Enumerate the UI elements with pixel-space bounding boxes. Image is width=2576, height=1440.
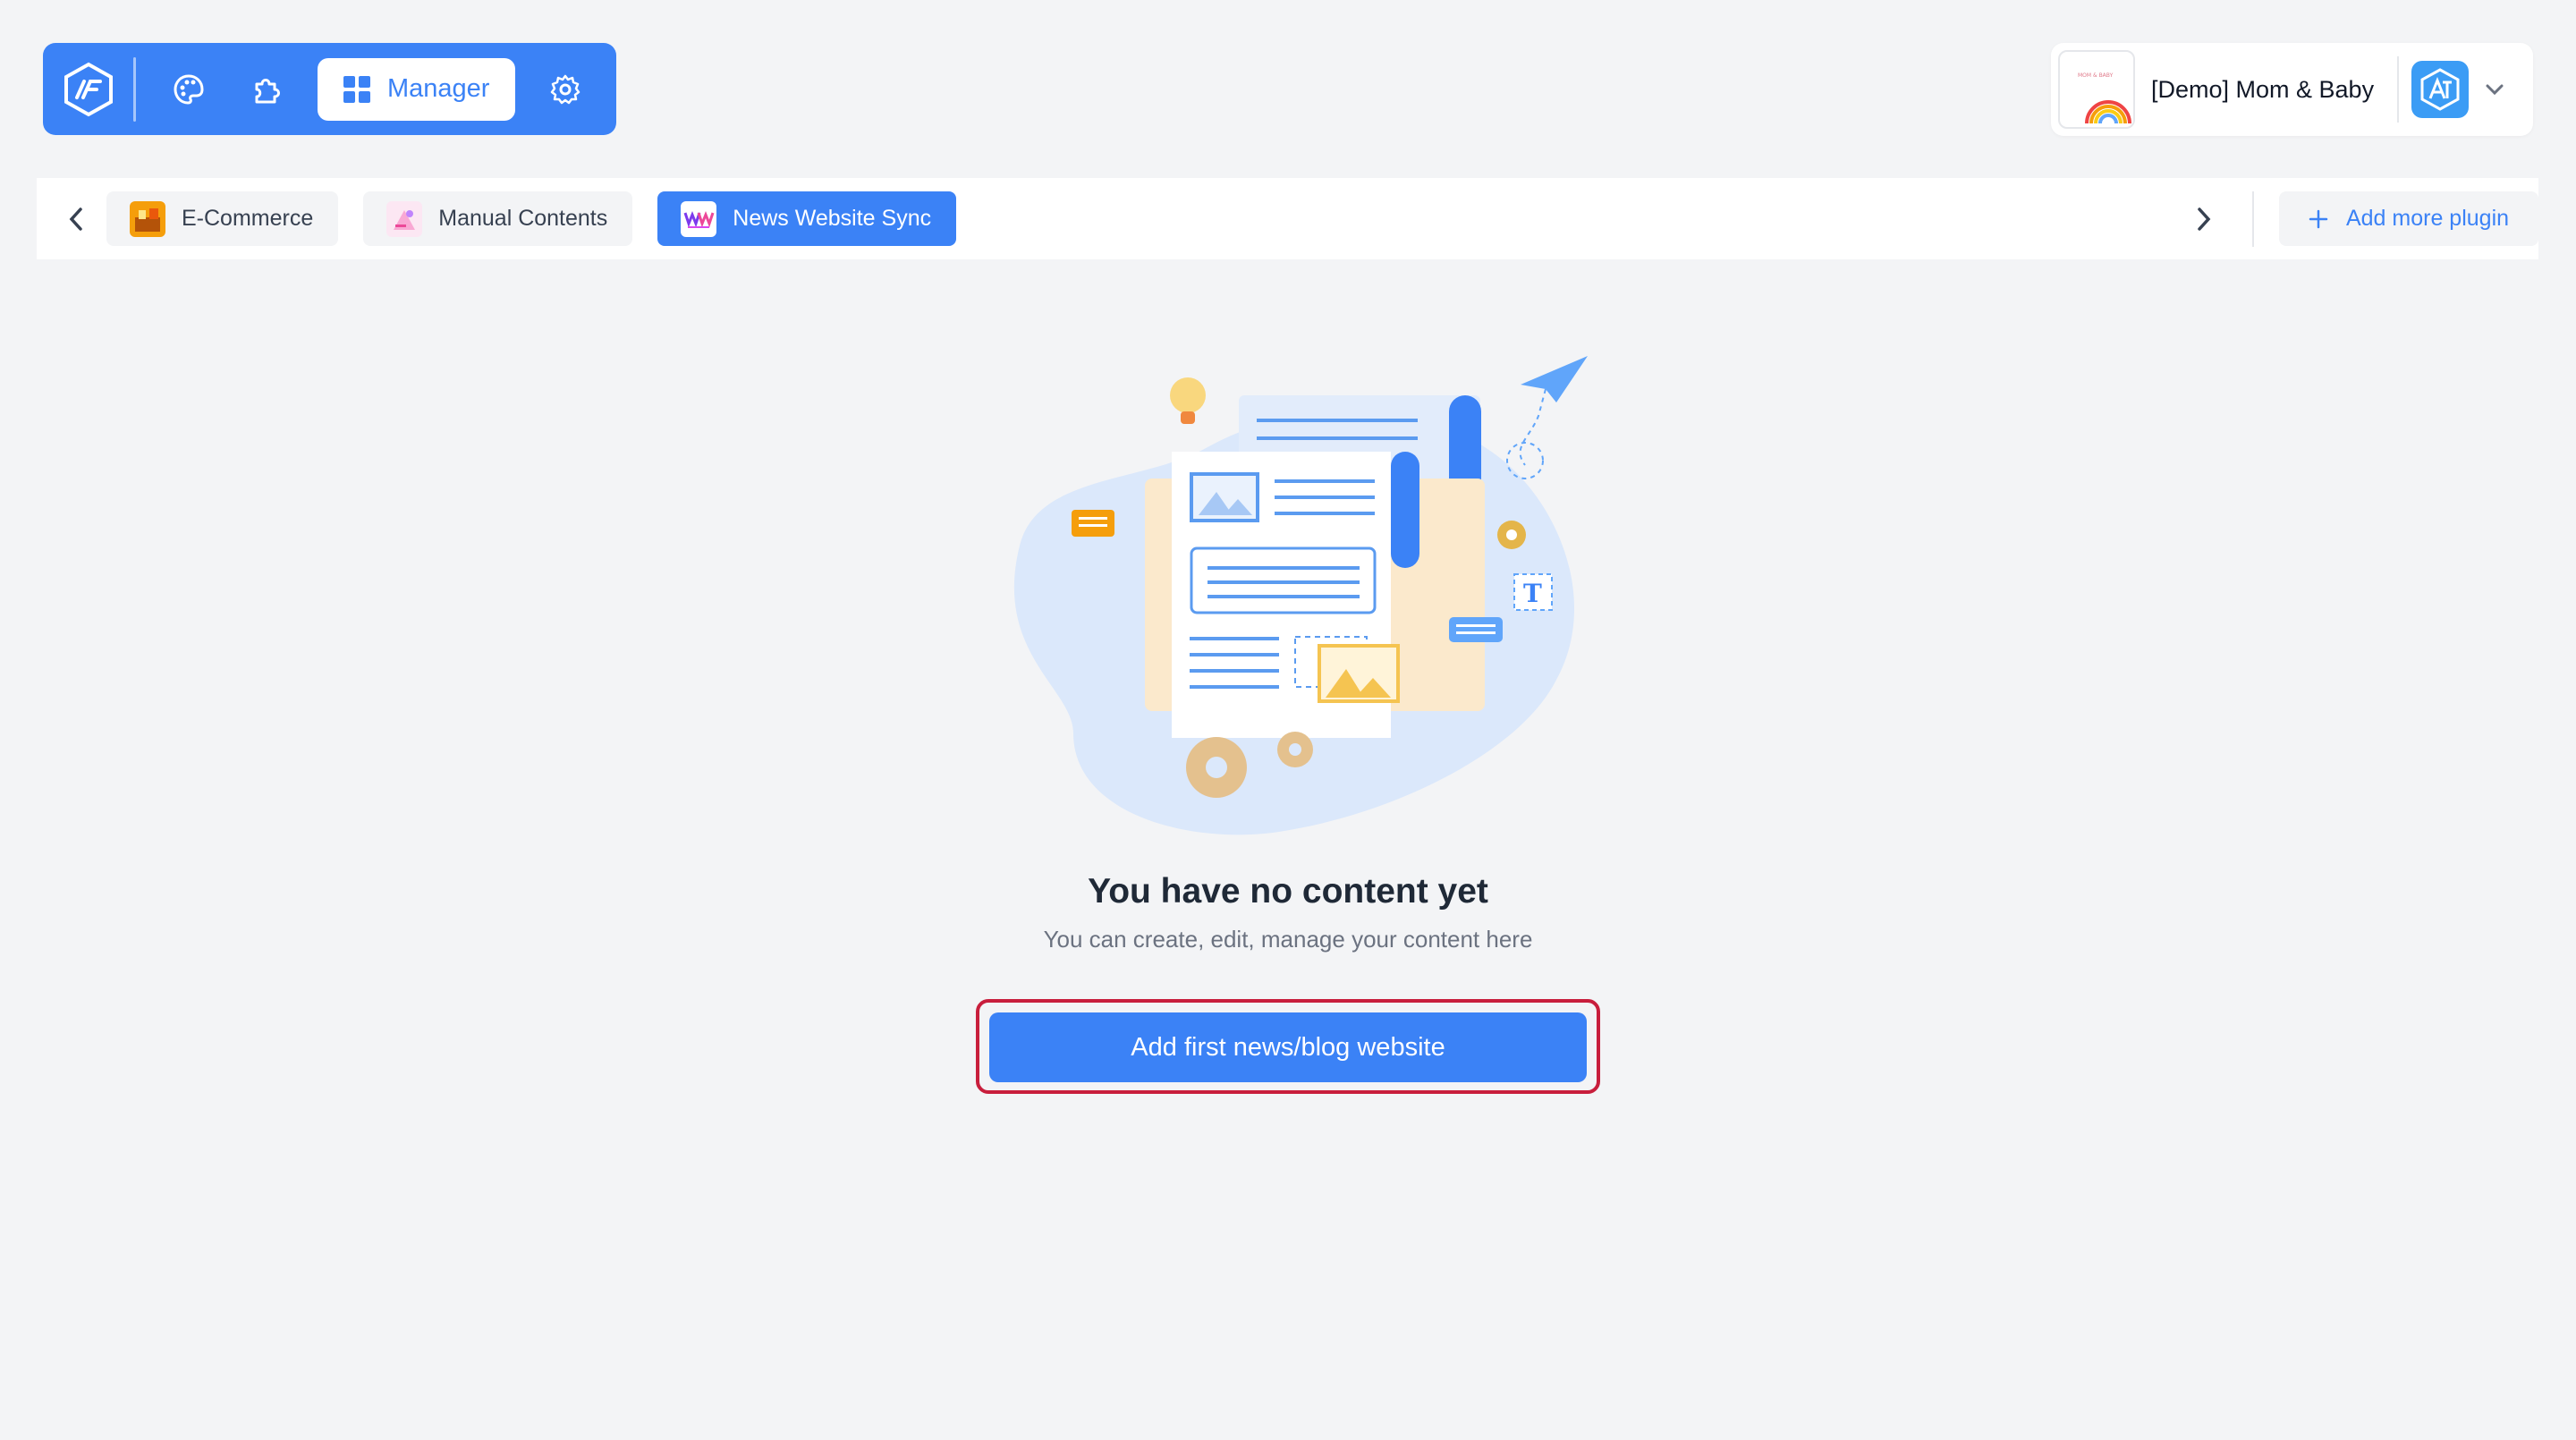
chevron-left-icon[interactable] [49, 192, 103, 246]
tab-news-website-sync[interactable]: News Website Sync [657, 191, 957, 246]
manager-label: Manager [386, 74, 490, 103]
ecommerce-plugin-icon [130, 200, 165, 237]
tab-label: Manual Contents [438, 206, 608, 231]
tab-manual-contents[interactable]: Manual Contents [363, 191, 633, 246]
empty-state-subtitle: You can create, edit, manage your conten… [1043, 926, 1533, 953]
manager-tab-button[interactable]: Manager [317, 57, 515, 121]
add-first-website-button[interactable]: Add first news/blog website [989, 1012, 1587, 1082]
account-divider [2397, 56, 2399, 123]
tab-label: E-Commerce [182, 206, 314, 231]
add-more-plugin-button[interactable]: Add more plugin [2279, 191, 2538, 246]
add-more-plugin-label: Add more plugin [2345, 206, 2510, 231]
top-toolbar: Manager [43, 43, 616, 135]
tabs-divider [2252, 191, 2254, 247]
news-sync-plugin-icon [681, 200, 717, 237]
plugin-tabs-bar: E-Commerce Manual Contents News Website … [37, 178, 2538, 259]
app-logo-icon[interactable] [61, 62, 115, 117]
settings-gear-icon[interactable] [538, 62, 593, 117]
svg-text:T: T [1523, 579, 1542, 608]
empty-content-illustration: T [984, 349, 1601, 841]
account-switcher[interactable]: MOM & BABY [Demo] Mom & Baby [2051, 43, 2533, 136]
tab-e-commerce[interactable]: E-Commerce [106, 191, 339, 246]
puzzle-icon[interactable] [239, 62, 293, 117]
app-badge-icon [2411, 61, 2469, 118]
chevron-down-icon[interactable] [2485, 83, 2504, 96]
chevron-right-icon[interactable] [2177, 192, 2231, 246]
store-thumbnail: MOM & BABY [2058, 50, 2135, 129]
toolbar-divider [133, 56, 137, 122]
palette-icon[interactable] [161, 62, 216, 117]
store-name: [Demo] Mom & Baby [2151, 75, 2375, 103]
svg-text:MOM & BABY: MOM & BABY [2078, 72, 2114, 79]
grid-icon [343, 75, 370, 103]
tab-label: News Website Sync [733, 206, 932, 231]
manual-contents-plugin-icon [386, 200, 423, 237]
empty-state-title: You have no content yet [1088, 872, 1488, 911]
plus-icon [2309, 209, 2328, 228]
